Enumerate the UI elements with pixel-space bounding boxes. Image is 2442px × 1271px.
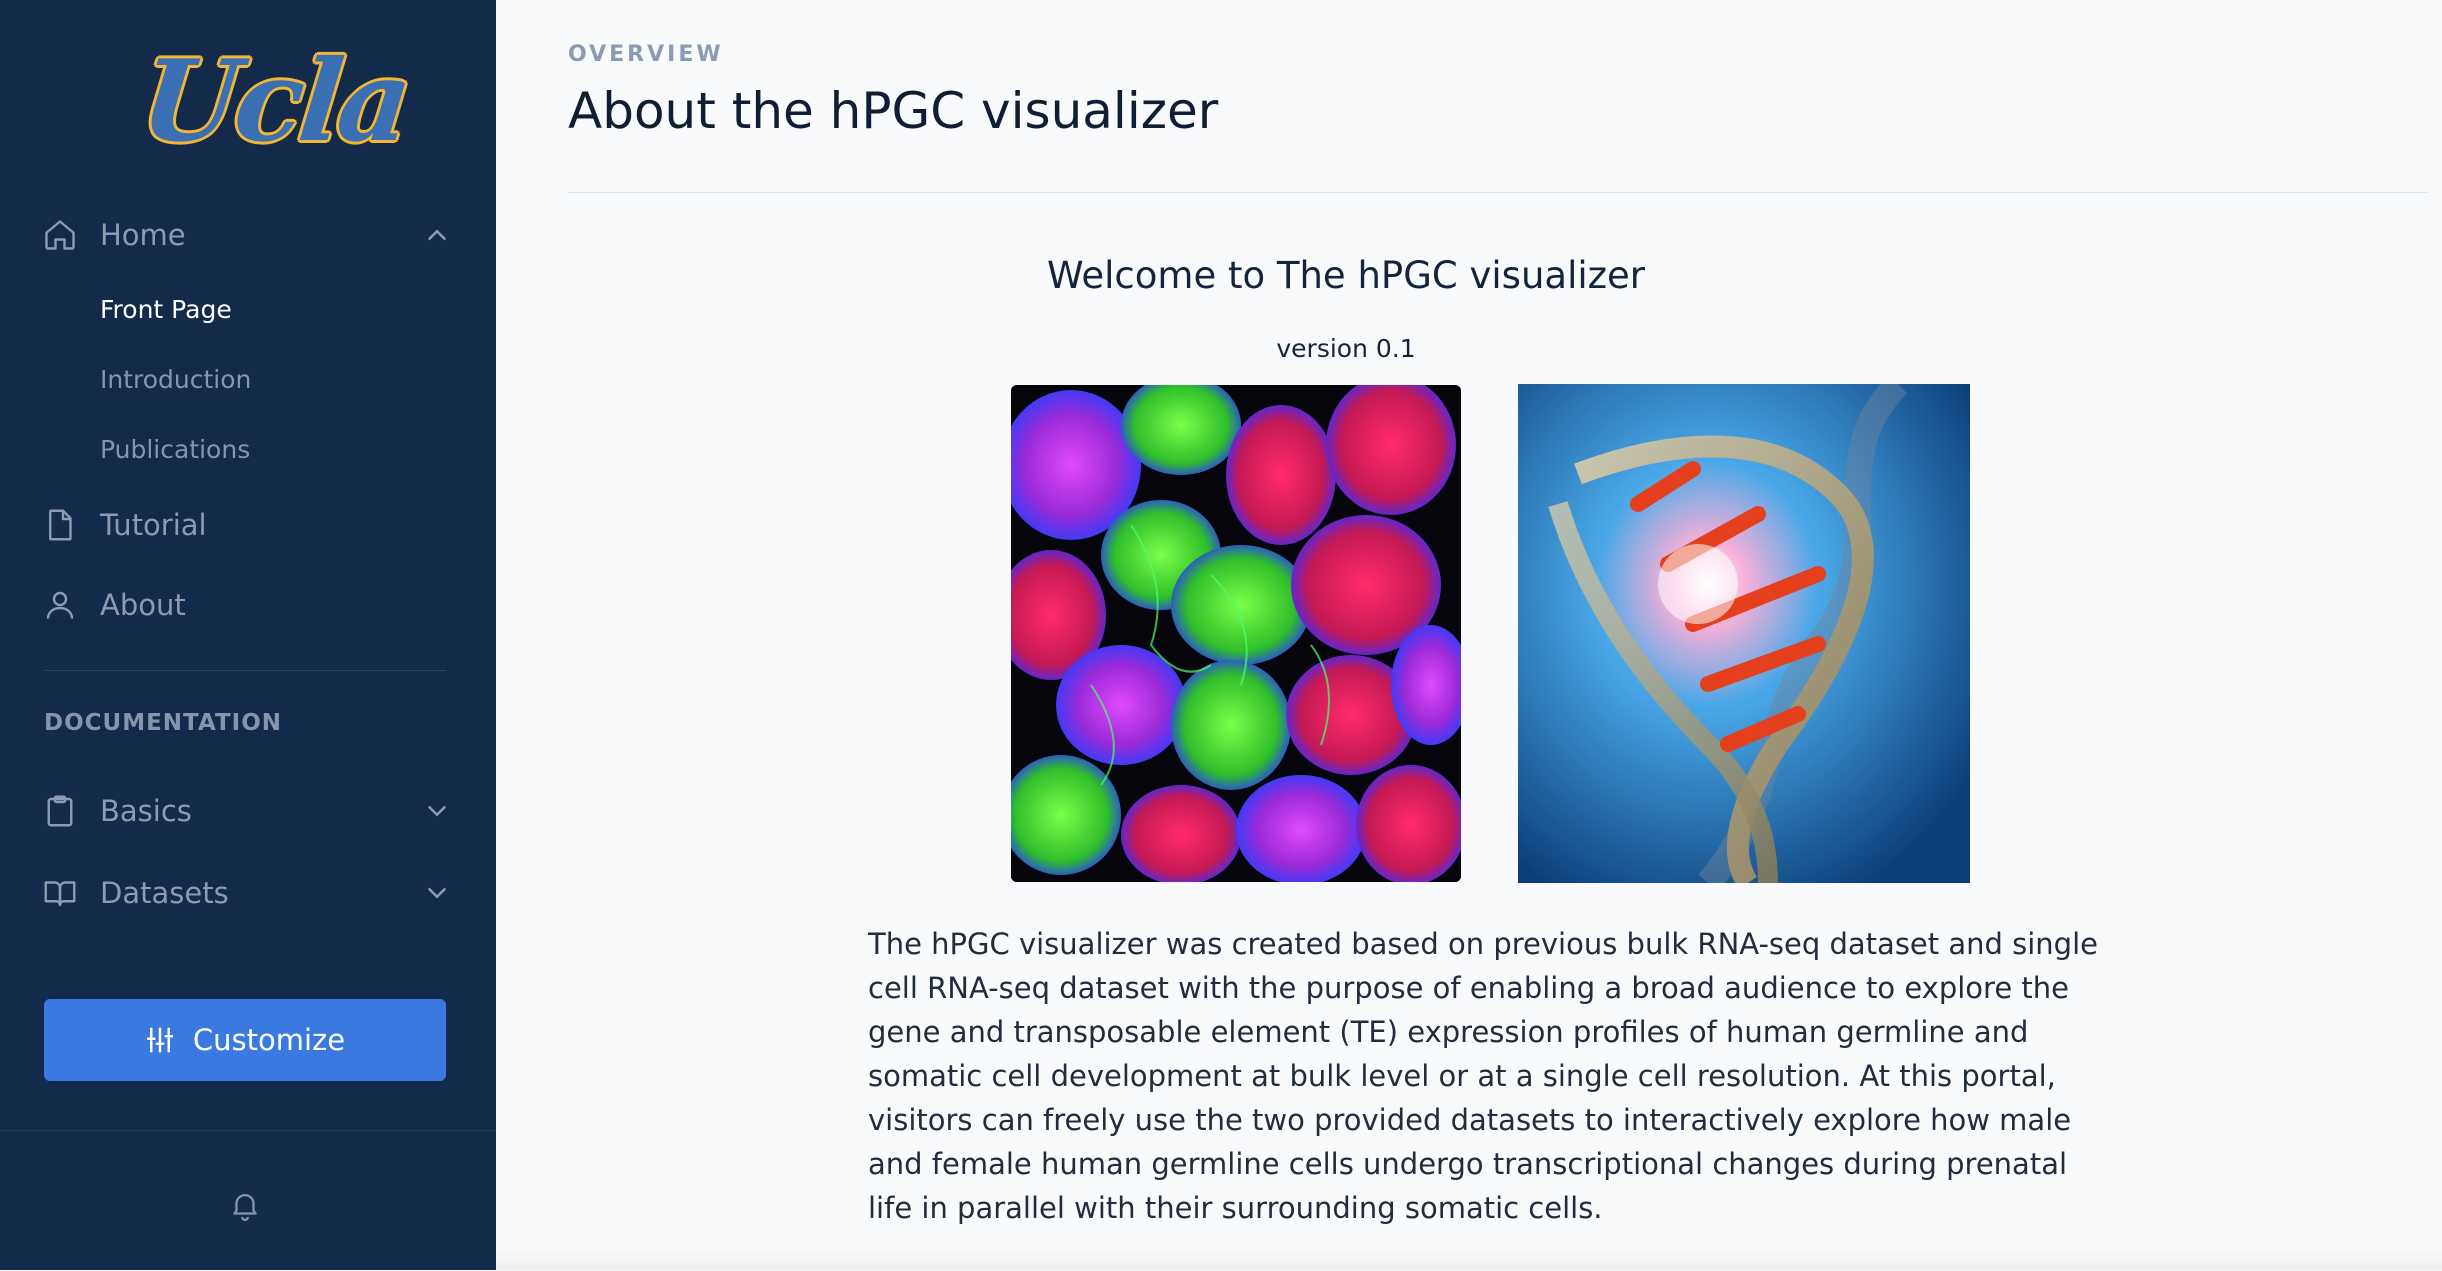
sidebar-item-tutorial[interactable]: Tutorial [42, 497, 452, 553]
customize-label: Customize [192, 1023, 346, 1057]
ucla-logo[interactable]: Ucla [135, 36, 414, 167]
sidebar-item-introduction[interactable]: Introduction [100, 365, 251, 394]
cell-microscopy-image [1011, 385, 1461, 882]
intro-paragraph: The hPGC visualizer was created based on… [868, 927, 2098, 1225]
sidebar-item-label: About [100, 588, 186, 622]
sliders-icon [146, 1027, 173, 1053]
scroll-shadow [496, 1248, 2442, 1270]
customize-button[interactable]: Customize [44, 999, 446, 1081]
user-icon [42, 587, 78, 623]
sidebar-item-label: Tutorial [100, 508, 207, 542]
sidebar-item-publications[interactable]: Publications [100, 435, 250, 464]
sidebar-item-home[interactable]: Home [42, 207, 452, 263]
welcome-heading: Welcome to The hPGC visualizer [1046, 254, 1646, 297]
sidebar-footer [0, 1130, 496, 1271]
sidebar-item-about[interactable]: About [42, 577, 452, 633]
page-overline: OVERVIEW [568, 42, 724, 67]
documentation-section-title: DOCUMENTATION [44, 710, 283, 736]
header-divider [568, 192, 2428, 193]
sidebar-divider [44, 670, 446, 671]
chevron-down-icon[interactable] [422, 796, 452, 826]
sidebar-item-label: Datasets [100, 876, 229, 910]
sidebar-item-front-page[interactable]: Front Page [100, 295, 232, 324]
home-icon [42, 217, 78, 253]
sidebar-item-label: Basics [100, 794, 192, 828]
clipboard-icon [42, 793, 78, 829]
book-icon [42, 875, 78, 911]
page-title: About the hPGC visualizer [568, 82, 1219, 140]
sidebar-item-label: Home [100, 218, 186, 252]
sidebar-item-datasets[interactable]: Datasets [42, 865, 452, 921]
sidebar: Ucla Home Front Page Introduction Public… [0, 0, 496, 1270]
main-content: OVERVIEW About the hPGC visualizer Welco… [496, 0, 2442, 1270]
chevron-down-icon[interactable] [422, 878, 452, 908]
sidebar-item-basics[interactable]: Basics [42, 783, 452, 839]
file-icon [42, 507, 78, 543]
version-label: version 0.1 [1276, 334, 1416, 363]
chevron-up-icon[interactable] [422, 220, 452, 250]
dna-helix-image [1518, 384, 1970, 883]
bell-icon[interactable] [228, 1187, 262, 1223]
